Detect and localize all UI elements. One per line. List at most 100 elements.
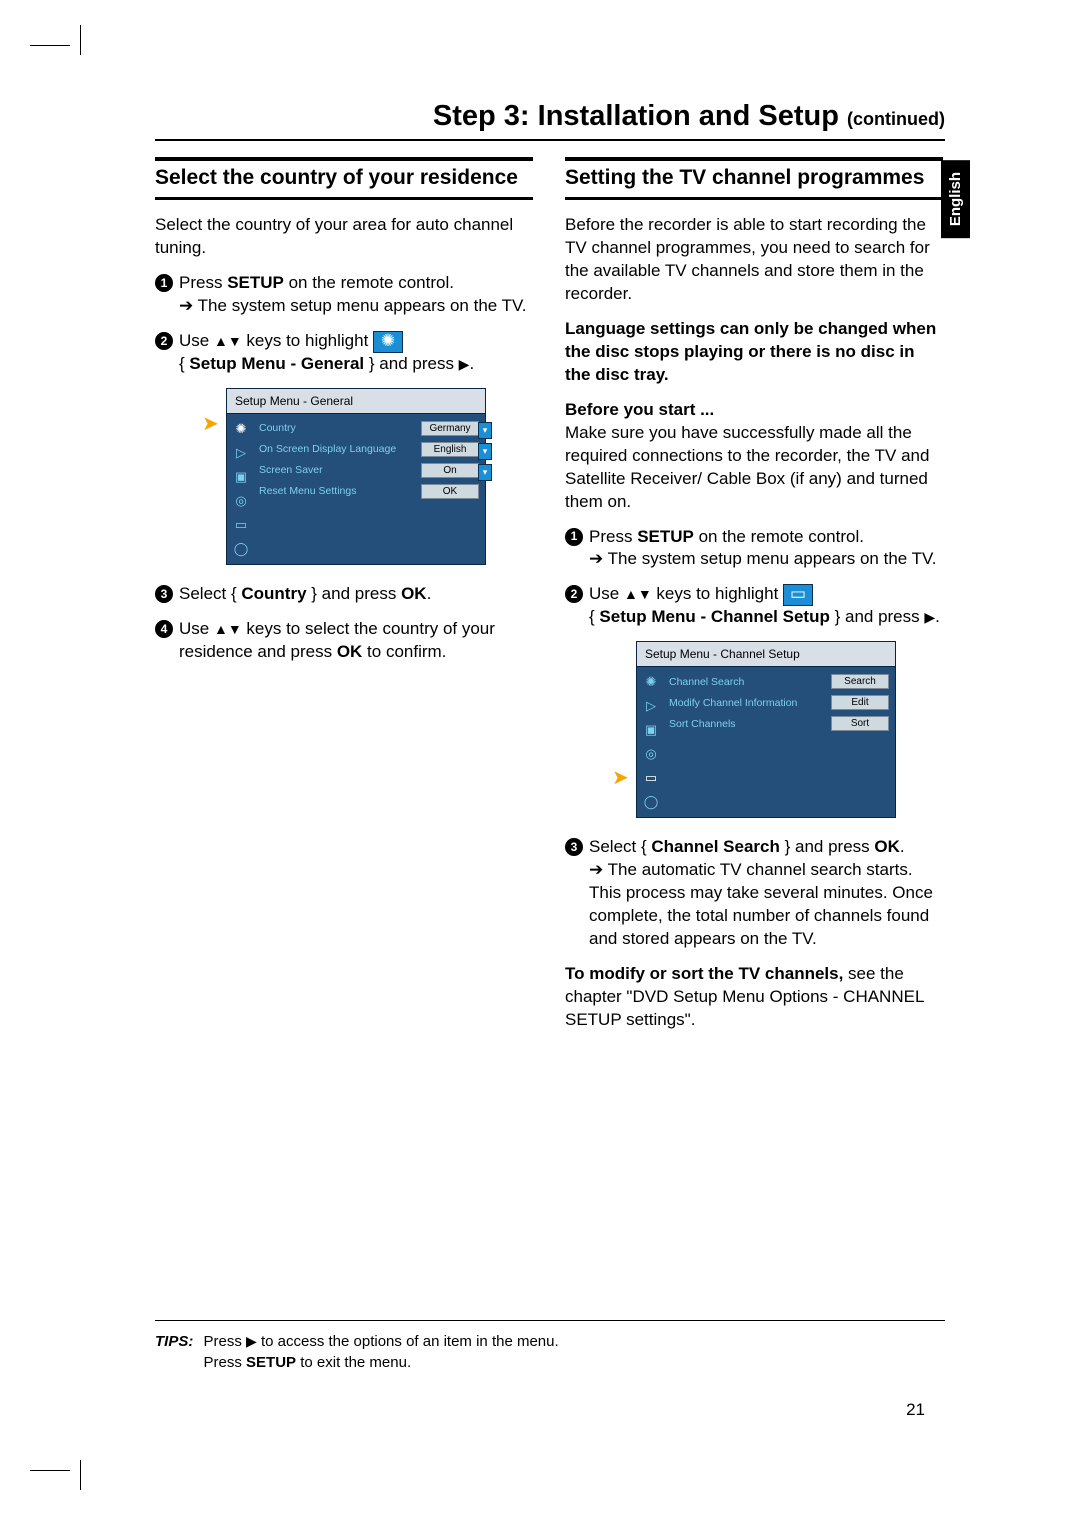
play-icon: ▷ bbox=[642, 697, 660, 715]
text: Select { bbox=[589, 837, 651, 856]
menu-header: Setup Menu - General bbox=[227, 389, 485, 414]
setup-label: SETUP bbox=[227, 273, 284, 292]
before-label: Before you start ... bbox=[565, 400, 714, 419]
menu-row: Screen Saver On bbox=[259, 460, 479, 481]
up-down-icon: ▲▼ bbox=[214, 333, 242, 349]
right-triangle-icon: ▶ bbox=[924, 609, 935, 625]
text: keys to highlight bbox=[242, 331, 373, 350]
menu-row: Reset Menu Settings OK bbox=[259, 481, 479, 502]
step-3: 3 Select { Country } and press OK. bbox=[155, 583, 533, 606]
menu-row-label: Reset Menu Settings bbox=[259, 485, 356, 497]
menu-icon-column: ✺ ▷ ▣ ◎ ▭ ◯ bbox=[227, 414, 255, 564]
right-triangle-icon: ▶ bbox=[459, 356, 470, 372]
up-down-icon: ▲▼ bbox=[624, 586, 652, 602]
ok-label: OK bbox=[401, 584, 427, 603]
result-text: The system setup menu appears on the TV. bbox=[608, 549, 937, 568]
before-text: Make sure you have successfully made all… bbox=[565, 423, 929, 511]
text: keys to highlight bbox=[652, 584, 783, 603]
text: Use bbox=[179, 331, 214, 350]
step-4: 4 Use ▲▼ keys to select the country of y… bbox=[155, 618, 533, 664]
menu-row-label: Screen Saver bbox=[259, 464, 323, 476]
gear-icon: ✺ bbox=[232, 420, 250, 438]
result-arrow-icon: ➔ bbox=[589, 860, 608, 879]
tips-label: TIPS: bbox=[155, 1333, 193, 1350]
text: } and press bbox=[830, 607, 925, 626]
step-number-4: 4 bbox=[155, 620, 173, 638]
gear-icon: ✺ bbox=[642, 673, 660, 691]
crop-mark bbox=[30, 1470, 70, 1471]
tv-icon: ▭ bbox=[232, 516, 250, 534]
pointer-icon: ➤ bbox=[202, 414, 219, 434]
check-icon: ◯ bbox=[642, 793, 660, 811]
menu-row-value: OK bbox=[421, 484, 479, 499]
record-icon: ▣ bbox=[642, 721, 660, 739]
menu-row: Modify Channel Information Edit bbox=[669, 692, 889, 713]
note-text: Language settings can only be changed wh… bbox=[565, 318, 943, 387]
menu-row-value: On bbox=[421, 463, 479, 478]
menu-row: Channel Search Search bbox=[669, 671, 889, 692]
play-icon: ▷ bbox=[232, 444, 250, 462]
text: Use bbox=[179, 619, 214, 638]
menu-row-label: Sort Channels bbox=[669, 718, 736, 730]
tv-icon: ▭ bbox=[783, 584, 813, 606]
result-arrow-icon: ➔ bbox=[179, 296, 198, 315]
crop-mark bbox=[30, 45, 70, 46]
up-down-icon: ▲▼ bbox=[214, 621, 242, 637]
intro-text: Before the recorder is able to start rec… bbox=[565, 214, 943, 306]
menu-icon-column: ✺ ▷ ▣ ◎ ▭ ◯ bbox=[637, 667, 665, 817]
ok-label: OK bbox=[874, 837, 900, 856]
page-number: 21 bbox=[906, 1400, 925, 1420]
text: on the remote control. bbox=[694, 527, 864, 546]
menu-row: On Screen Display Language English bbox=[259, 439, 479, 460]
text: Press bbox=[204, 1333, 247, 1350]
step-number-3: 3 bbox=[565, 838, 583, 856]
option-name: Country bbox=[241, 584, 306, 603]
menu-row: Sort Channels Sort bbox=[669, 713, 889, 734]
tv-icon: ▭ bbox=[642, 769, 660, 787]
setup-label: SETUP bbox=[637, 527, 694, 546]
step-number-2: 2 bbox=[155, 332, 173, 350]
disc-icon: ◎ bbox=[232, 492, 250, 510]
result-arrow-icon: ➔ bbox=[589, 549, 608, 568]
setup-label: SETUP bbox=[246, 1354, 296, 1371]
left-column: Select the country of your residence Sel… bbox=[155, 157, 533, 1044]
check-icon: ◯ bbox=[232, 540, 250, 558]
page-title: Step 3: Installation and Setup (continue… bbox=[155, 100, 945, 141]
menu-row-value: Germany bbox=[421, 421, 479, 436]
step-number-3: 3 bbox=[155, 585, 173, 603]
section-heading-residence: Select the country of your residence bbox=[155, 161, 533, 199]
menu-row-label: Country bbox=[259, 422, 296, 434]
text: { bbox=[179, 354, 189, 373]
text: on the remote control. bbox=[284, 273, 454, 292]
menu-row-value: English bbox=[421, 442, 479, 457]
text: { bbox=[589, 607, 599, 626]
step-1: 1 Press SETUP on the remote control. ➔ T… bbox=[565, 526, 943, 572]
text: to exit the menu. bbox=[296, 1354, 411, 1371]
text: Press bbox=[204, 1354, 247, 1371]
step-3: 3 Select { Channel Search } and press OK… bbox=[565, 836, 943, 951]
step-1: 1 Press SETUP on the remote control. ➔ T… bbox=[155, 272, 533, 318]
step-2: 2 Use ▲▼ keys to highlight ▭ { Setup Men… bbox=[565, 583, 943, 629]
text: Press bbox=[589, 527, 637, 546]
section-heading-channels: Setting the TV channel programmes bbox=[565, 161, 943, 199]
title-continued: (continued) bbox=[847, 109, 945, 129]
text: } and press bbox=[364, 354, 459, 373]
before-you-start: Before you start ... Make sure you have … bbox=[565, 399, 943, 514]
menu-screenshot-general: ➤ Setup Menu - General ✺ ▷ ▣ ◎ ▭ ◯ bbox=[155, 388, 533, 565]
menu-row-value: Search bbox=[831, 674, 889, 689]
step-number-2: 2 bbox=[565, 585, 583, 603]
menu-row-label: Channel Search bbox=[669, 676, 744, 688]
text: to access the options of an item in the … bbox=[257, 1333, 559, 1350]
disc-icon: ◎ bbox=[642, 745, 660, 763]
step-2: 2 Use ▲▼ keys to highlight ✺ { Setup Men… bbox=[155, 330, 533, 376]
menu-name: Setup Menu - General bbox=[189, 354, 364, 373]
right-triangle-icon: ▶ bbox=[246, 1333, 257, 1349]
menu-row-label: On Screen Display Language bbox=[259, 443, 396, 455]
crop-mark bbox=[80, 1460, 81, 1490]
title-main: Step 3: Installation and Setup bbox=[433, 100, 839, 132]
modify-label: To modify or sort the TV channels, bbox=[565, 964, 843, 983]
text: to confirm. bbox=[362, 642, 446, 661]
right-column: Setting the TV channel programmes Before… bbox=[565, 157, 943, 1044]
menu-header: Setup Menu - Channel Setup bbox=[637, 642, 895, 667]
text: } and press bbox=[780, 837, 875, 856]
